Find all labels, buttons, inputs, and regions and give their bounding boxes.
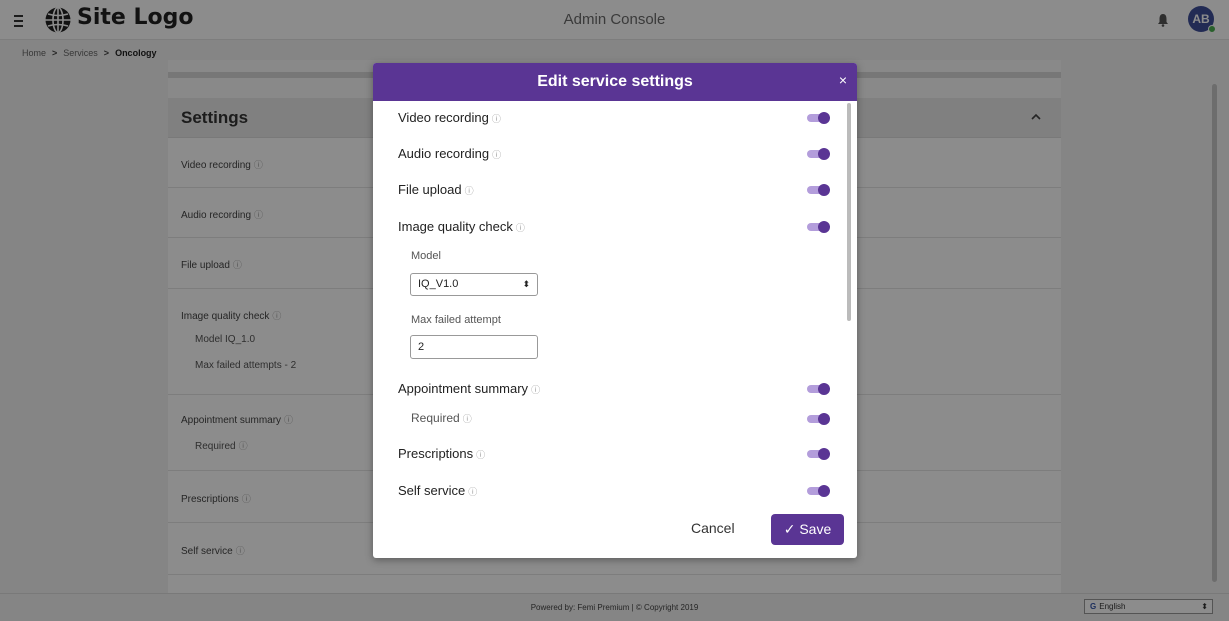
info-icon[interactable]: ⓘ [476, 450, 485, 460]
toggle-knob [818, 485, 830, 497]
max-failed-attempt-input[interactable]: 2 [410, 335, 538, 359]
self-service-label: Self service ⓘ [398, 483, 478, 498]
model-label: Model [411, 250, 441, 262]
prescriptions-toggle[interactable] [807, 448, 830, 460]
toggle-knob [818, 448, 830, 460]
toggle-knob [818, 221, 830, 233]
file-upload-toggle[interactable] [807, 184, 830, 196]
toggle-knob [818, 148, 830, 160]
required-label: Required ⓘ [411, 411, 472, 425]
select-arrows-icon: ⬍ [522, 279, 530, 289]
save-button[interactable]: ✓ Save [771, 514, 844, 545]
info-icon[interactable]: ⓘ [468, 487, 477, 497]
appointment-summary-label: Appointment summary ⓘ [398, 381, 541, 396]
model-select-value: IQ_V1.0 [418, 278, 459, 290]
toggle-knob [818, 112, 830, 124]
modal-title: Edit service settings [537, 73, 693, 90]
file-upload-label: File upload ⓘ [398, 182, 474, 197]
image-quality-check-toggle[interactable] [807, 221, 830, 233]
video-recording-toggle[interactable] [807, 112, 830, 124]
required-toggle[interactable] [807, 413, 830, 425]
check-icon: ✓ [783, 521, 796, 537]
toggle-knob [818, 184, 830, 196]
toggle-knob [818, 413, 830, 425]
info-icon[interactable]: ⓘ [531, 385, 540, 395]
info-icon[interactable]: ⓘ [516, 223, 525, 233]
modal-scrollbar[interactable] [847, 103, 851, 321]
cancel-button[interactable]: Cancel [691, 520, 735, 536]
max-failed-attempt-label: Max failed attempt [411, 314, 501, 326]
model-select[interactable]: IQ_V1.0 ⬍ [410, 273, 538, 296]
image-quality-check-label: Image quality check ⓘ [398, 219, 525, 234]
info-icon[interactable]: ⓘ [492, 114, 501, 124]
prescriptions-label: Prescriptions ⓘ [398, 446, 486, 461]
audio-recording-toggle[interactable] [807, 148, 830, 160]
self-service-toggle[interactable] [807, 485, 830, 497]
modal-header: Edit service settings × [373, 63, 857, 101]
audio-recording-label: Audio recording ⓘ [398, 146, 502, 161]
edit-service-modal: Edit service settings × Video recording ⓘ… [373, 63, 857, 558]
video-recording-label: Video recording ⓘ [398, 110, 501, 125]
info-icon[interactable]: ⓘ [463, 414, 472, 424]
info-icon[interactable]: ⓘ [465, 186, 474, 196]
close-icon[interactable]: × [839, 73, 847, 87]
appointment-summary-toggle[interactable] [807, 383, 830, 395]
save-label: Save [799, 521, 832, 537]
toggle-knob [818, 383, 830, 395]
info-icon[interactable]: ⓘ [492, 150, 501, 160]
